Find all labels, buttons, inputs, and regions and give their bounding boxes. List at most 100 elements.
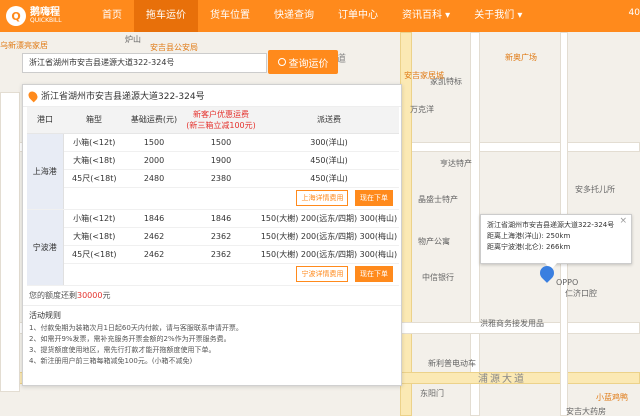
search-icon — [277, 58, 286, 66]
table-cell: 2380 — [183, 169, 259, 188]
result-address-text: 浙江省湖州市安吉县递源大道322-324号 — [41, 92, 205, 102]
table-cell: 300(洋山) — [259, 133, 399, 152]
nav-item-home[interactable]: 首页 — [90, 0, 134, 32]
phone-number: 40 — [628, 8, 640, 18]
map-label: 炉山 — [125, 35, 141, 44]
location-pin-icon — [26, 89, 40, 102]
table-row: 大箱(<18t) 2462 2362 150(大榭) 200(远东/四期) 30… — [27, 227, 399, 246]
nav-item-express-query[interactable]: 快递查询 — [262, 0, 326, 32]
table-cell: 45尺(<18t) — [63, 169, 125, 188]
table-cell: 450(洋山) — [259, 169, 399, 188]
column-header: 港口 — [27, 107, 63, 134]
map-label: 新奥广场 — [505, 53, 537, 62]
map-label: 浦源大道 — [478, 374, 526, 385]
ningbo-order-button[interactable]: 现在下单 — [355, 266, 393, 282]
table-cell: 450(洋山) — [259, 151, 399, 170]
map-label: 乌新漂亮家居 — [0, 41, 48, 50]
map-road — [0, 92, 20, 392]
table-cell: 小箱(<12t) — [63, 133, 125, 152]
map-label: 安吉家居城 — [404, 71, 444, 80]
map-label: OPPO — [556, 278, 579, 287]
column-header-line: 新客户优惠运费 — [193, 109, 249, 119]
table-row-actions: 宁波详情费用 现在下单 — [27, 263, 399, 286]
table-cell: 1846 — [183, 209, 259, 228]
table-cell: 150(大榭) 200(远东/四期) 300(梅山) — [259, 227, 399, 246]
column-header: 基础运费(元) — [125, 107, 183, 134]
nav-item-truck-location[interactable]: 货车位置 — [198, 0, 262, 32]
logo-subtext: QUICKBILL — [30, 17, 62, 24]
port-name: 宁波港 — [27, 209, 64, 286]
activity-rules: 活动规则 1、付款免期为装箱次月1日起60天内付款，请与客服联系申请开票。 2、… — [23, 306, 401, 371]
logo[interactable]: Q 鹅嗨程 QUICKBILL — [0, 0, 90, 32]
column-header: 派送费 — [259, 107, 399, 134]
table-row: 上海港 小箱(<12t) 1500 1500 300(洋山) — [27, 133, 399, 210]
table-row: 45尺(<18t) 2462 2362 150(大榭) 200(远东/四期) 3… — [27, 245, 399, 264]
freight-result-panel: 浙江省湖州市安吉县递源大道322-324号 港口 箱型 基础运费(元) 新客户优… — [22, 84, 402, 386]
query-freight-button[interactable]: 查询运价 — [268, 50, 338, 74]
nav-item-trailer-freight[interactable]: 拖车运价 — [134, 0, 198, 32]
popup-distance-ningbo: 距离宁波港(北仑): 266km — [487, 243, 571, 251]
table-cell: 1900 — [183, 151, 259, 170]
table-cell: 大箱(<18t) — [63, 151, 125, 170]
credit-amount: 30000 — [77, 290, 103, 300]
credit-suffix: 元 — [102, 290, 111, 300]
column-header: 新客户优惠运费 (新三箱立减100元) — [183, 107, 259, 134]
freight-table: 港口 箱型 基础运费(元) 新客户优惠运费 (新三箱立减100元) 派送费 上海港… — [27, 107, 399, 286]
result-address: 浙江省湖州市安吉县递源大道322-324号 — [23, 85, 401, 107]
table-cell: 2462 — [125, 227, 183, 246]
map-label: 亨达特产 — [440, 159, 472, 168]
popup-distance-shanghai: 距离上海港(洋山): 250km — [487, 232, 571, 240]
nav-item-news[interactable]: 资讯百科 ▾ — [390, 0, 462, 32]
table-row-actions: 上海详情费用 现在下单 — [27, 187, 399, 210]
map-label: 东阳门 — [420, 389, 444, 398]
table-cell: 小箱(<12t) — [63, 209, 125, 228]
rule-item: 1、付款免期为装箱次月1日起60天内付款，请与客服联系申请开票。 — [29, 323, 243, 332]
top-nav: Q 鹅嗨程 QUICKBILL 首页 拖车运价 货车位置 快递查询 订单中心 资… — [0, 0, 640, 32]
shanghai-detail-button[interactable]: 上海详情费用 — [296, 190, 349, 206]
credit-balance: 您的额度还剩30000元 — [23, 286, 401, 306]
close-icon[interactable]: × — [619, 216, 627, 227]
address-search-input[interactable]: 浙江省湖州市安吉县递源大道322-324号 — [22, 53, 267, 73]
map-info-popup: × 浙江省湖州市安吉县递源大道322-324号 距离上海港(洋山): 250km… — [480, 214, 632, 270]
table-row: 大箱(<18t) 2000 1900 450(洋山) — [27, 151, 399, 170]
column-header-line: (新三箱立减100元) — [186, 120, 256, 130]
table-row: 45尺(<18t) 2480 2380 450(洋山) — [27, 169, 399, 188]
table-cell: 1500 — [183, 133, 259, 152]
action-cell: 宁波详情费用 现在下单 — [63, 263, 399, 286]
table-cell: 2362 — [183, 227, 259, 246]
map-label: 中信银行 — [422, 273, 454, 282]
nav-item-about[interactable]: 关于我们 ▾ — [462, 0, 534, 32]
table-cell: 2362 — [183, 245, 259, 264]
table-cell: 2462 — [125, 245, 183, 264]
table-cell: 2000 — [125, 151, 183, 170]
map-label: 万克洋 — [410, 105, 434, 114]
rule-item: 3、提货额度使用地区，需先行打款才能开拖额度使用下单。 — [29, 345, 216, 354]
table-cell: 45尺(<18t) — [63, 245, 125, 264]
map-label: 安多托儿所 — [575, 185, 615, 194]
rule-item: 4、新注册用户前三箱每箱减免100元。(小箱不减免) — [29, 356, 193, 365]
map-label: 安吉县公安局 — [150, 43, 198, 52]
map-label: 小蓝鸡鸭 — [596, 393, 628, 402]
port-name: 上海港 — [27, 133, 64, 210]
nav-item-order-center[interactable]: 订单中心 — [326, 0, 390, 32]
table-cell: 1500 — [125, 133, 183, 152]
map-label: 新利普电动车 — [428, 359, 476, 368]
map-label: 安吉大药房 — [566, 407, 606, 416]
shanghai-order-button[interactable]: 现在下单 — [355, 190, 393, 206]
table-cell: 2480 — [125, 169, 183, 188]
popup-address: 浙江省湖州市安吉县递源大道322-324号 — [487, 221, 615, 229]
query-freight-label: 查询运价 — [288, 58, 329, 70]
ningbo-detail-button[interactable]: 宁波详情费用 — [296, 266, 349, 282]
table-cell: 大箱(<18t) — [63, 227, 125, 246]
logo-icon: Q — [6, 6, 26, 26]
phone-hotline[interactable]: 40 — [612, 0, 640, 32]
map-label: 晶盛士特产 — [418, 195, 458, 204]
rules-title: 活动规则 — [29, 310, 61, 320]
column-header: 箱型 — [63, 107, 125, 134]
credit-prefix: 您的额度还剩 — [29, 290, 77, 300]
map-marker-icon[interactable] — [537, 263, 557, 284]
map-label: 洪雅商务接发用品 — [480, 319, 544, 328]
table-cell: 150(大榭) 200(远东/四期) 300(梅山) — [259, 245, 399, 264]
table-row: 宁波港 小箱(<12t) 1846 1846 150(大榭) 200(远东/四期… — [27, 209, 399, 286]
map-label: 物产公寓 — [418, 237, 450, 246]
